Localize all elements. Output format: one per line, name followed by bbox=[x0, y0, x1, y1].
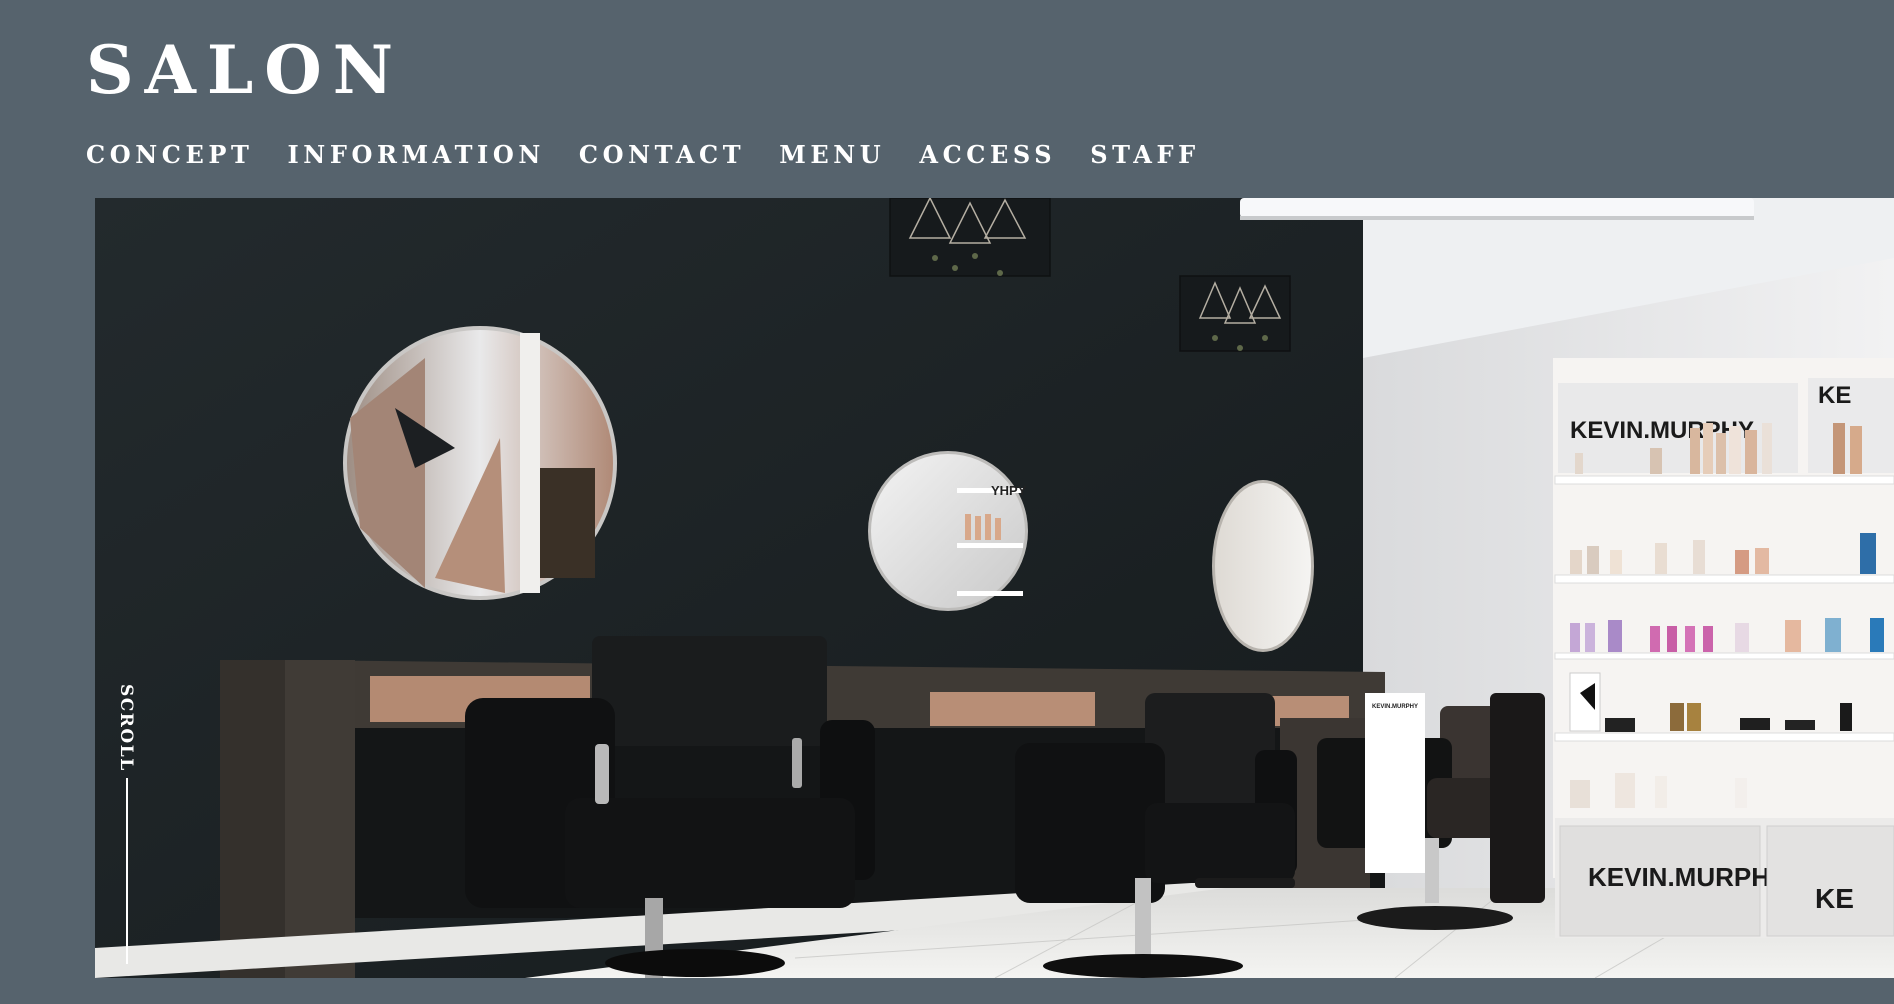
small-box-text: KEVIN.MURPHY bbox=[1372, 704, 1418, 710]
scroll-label: SCROLL bbox=[116, 684, 136, 772]
shelf-brand-top-partial: KE bbox=[1818, 382, 1851, 409]
mirror-reflection-text: YHPY bbox=[991, 483, 1027, 498]
scroll-line bbox=[126, 778, 128, 964]
nav-item-contact[interactable]: CONTACT bbox=[579, 138, 745, 172]
nav-item-access[interactable]: ACCESS bbox=[919, 138, 1056, 172]
hero-image: YHPY KEVIN.MURPHY KEVIN.MURPHY KE KEVIN.… bbox=[95, 198, 1894, 978]
nav-item-staff[interactable]: STAFF bbox=[1090, 138, 1200, 172]
salon-interior-photo: YHPY KEVIN.MURPHY KEVIN.MURPHY KE KEVIN.… bbox=[95, 198, 1894, 978]
nav-item-information[interactable]: INFORMATION bbox=[287, 138, 544, 172]
scroll-indicator[interactable]: SCROLL bbox=[111, 684, 141, 964]
site-header: SALON CONCEPT INFORMATION CONTACT MENU A… bbox=[0, 0, 1894, 197]
shelf-brand-bottom-partial: KE bbox=[1815, 883, 1854, 914]
nav-item-menu[interactable]: MENU bbox=[779, 138, 885, 172]
shelf-brand-top: KEVIN.MURPHY bbox=[1570, 417, 1754, 444]
nav-item-concept[interactable]: CONCEPT bbox=[86, 138, 253, 172]
site-logo[interactable]: SALON bbox=[86, 30, 404, 110]
shelf-brand-bottom: KEVIN.MURPHY bbox=[1588, 862, 1787, 892]
